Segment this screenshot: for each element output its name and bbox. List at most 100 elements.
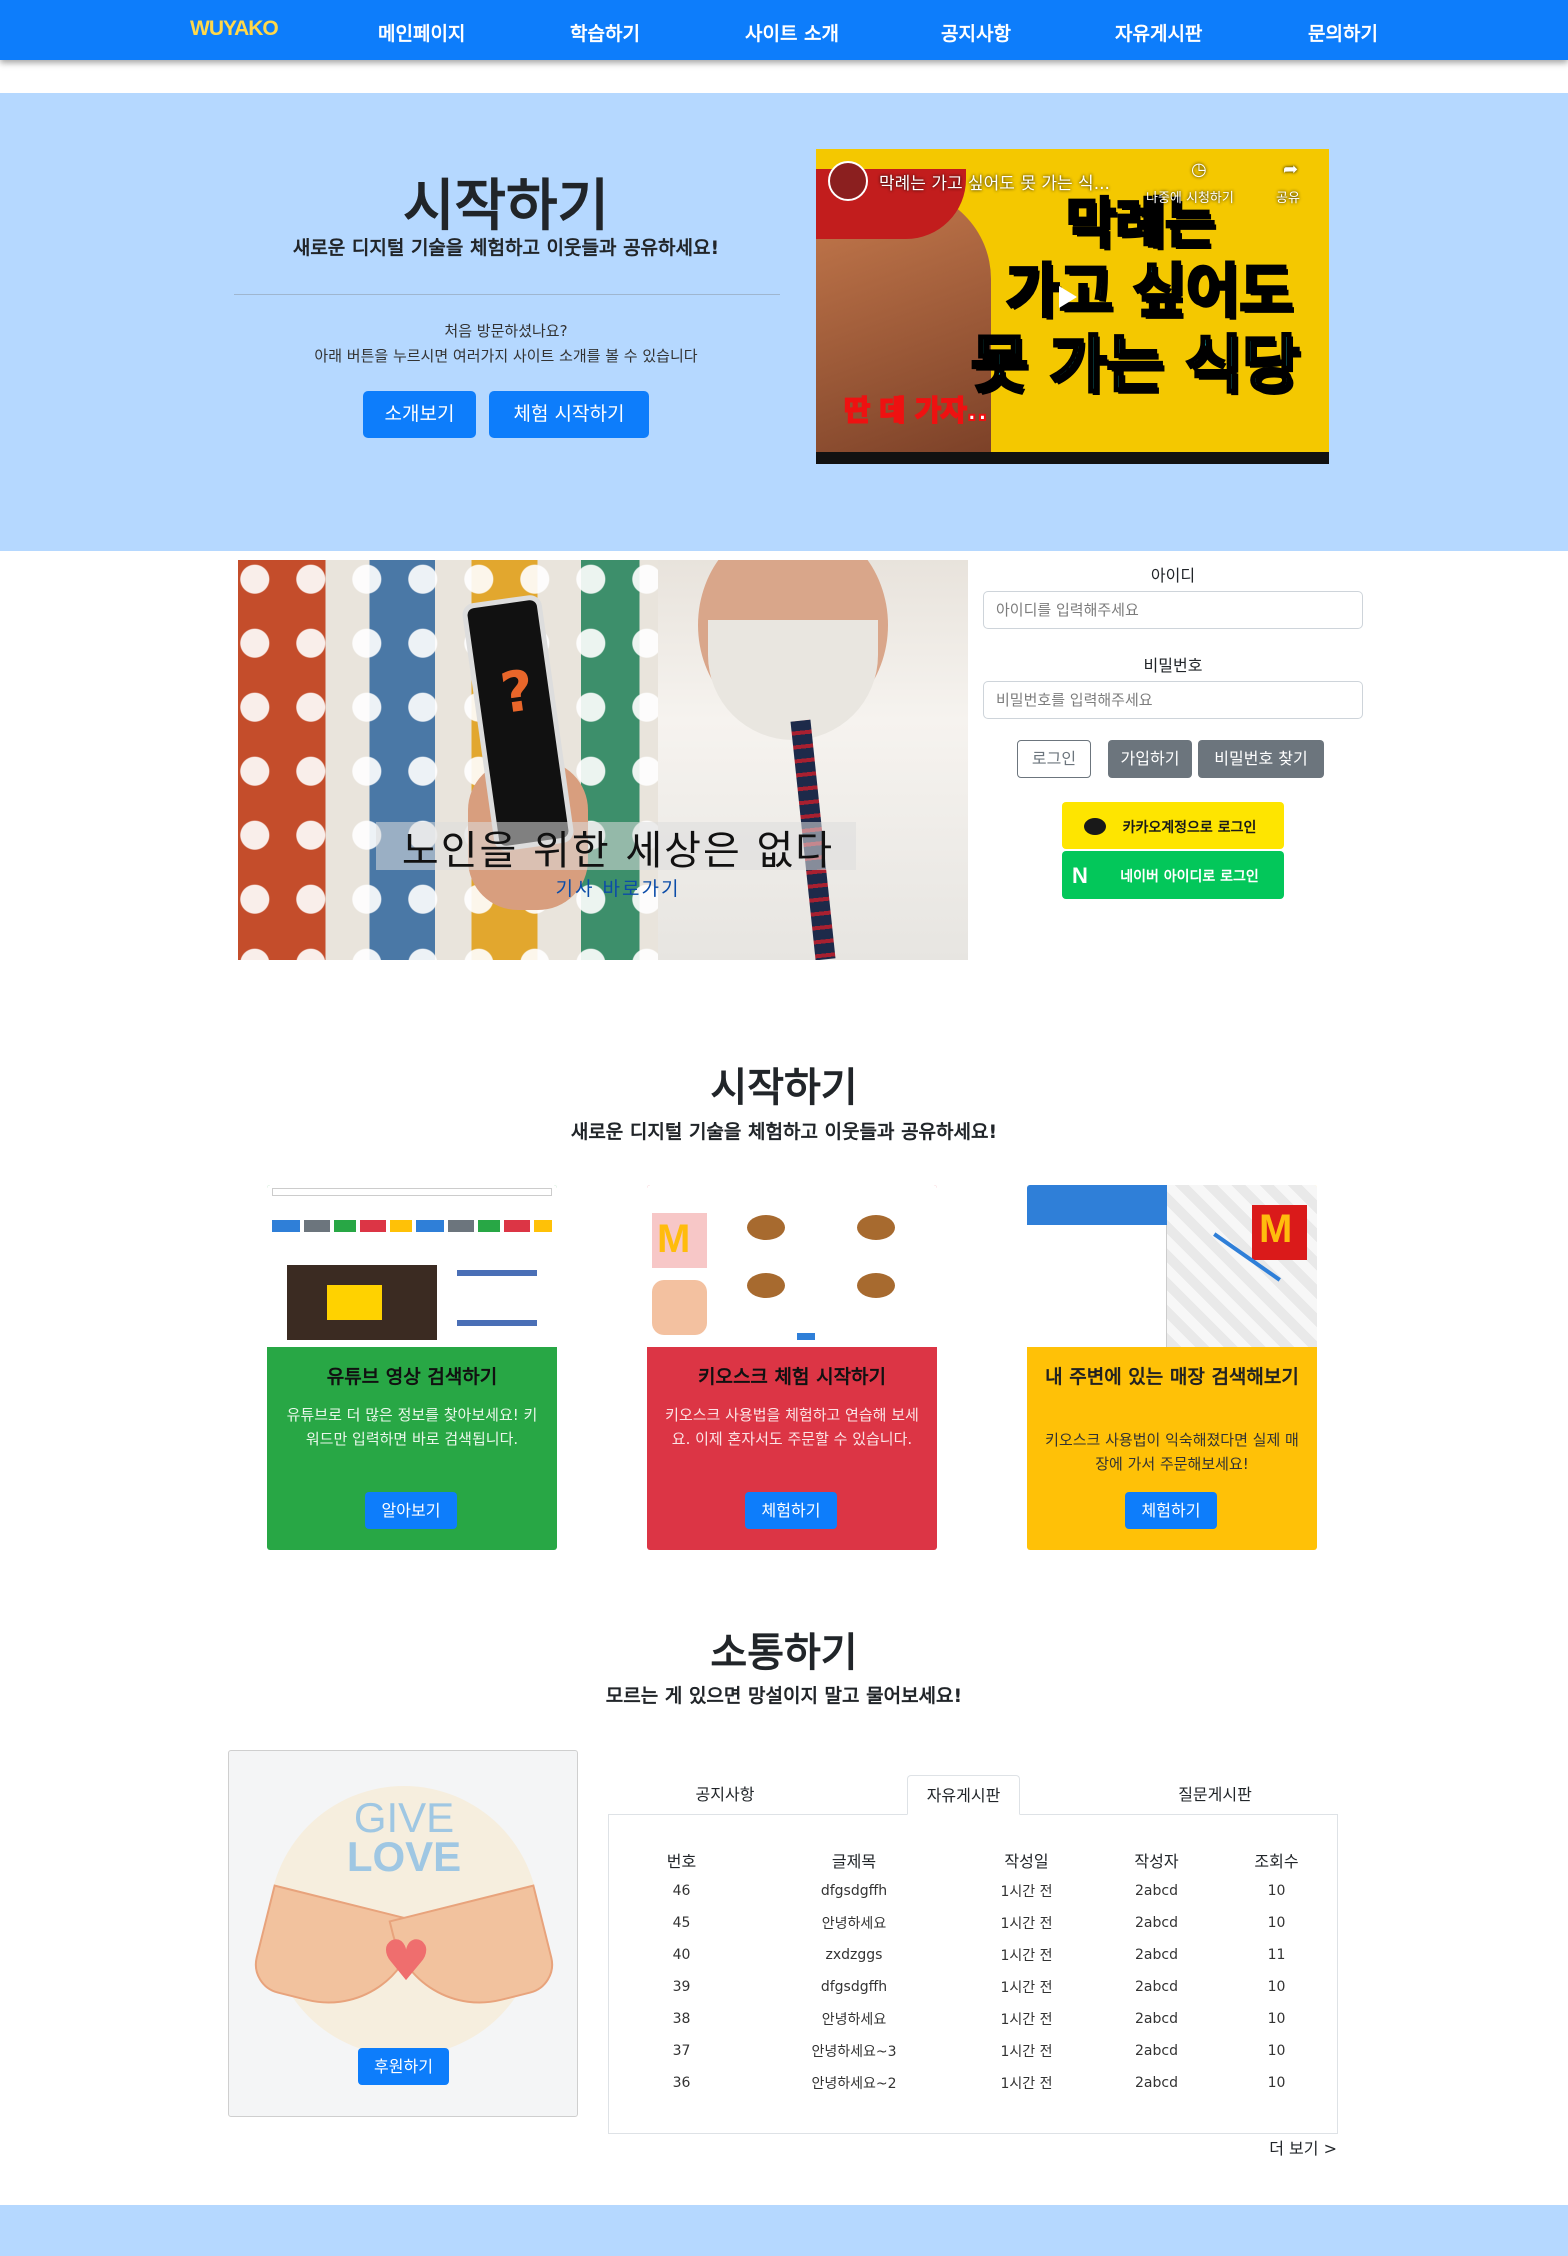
cell-number: 37 bbox=[672, 2043, 691, 2059]
hero-title: 시작하기 bbox=[402, 174, 610, 239]
article-banner[interactable]: ? 노인을 위한 세상은 없다 기사 바로가기 bbox=[238, 560, 968, 960]
channel-avatar[interactable] bbox=[828, 161, 868, 201]
cell-title[interactable]: dfgsdgffh bbox=[754, 1875, 954, 1907]
password-input[interactable] bbox=[983, 681, 1363, 719]
table-row[interactable]: 39 dfgsdgffh 1시간 전 2abcd 10 bbox=[609, 1971, 1339, 2003]
cell-title[interactable]: 안녕하세요~2 bbox=[754, 2067, 954, 2099]
kakao-map-screenshot: M bbox=[1027, 1185, 1317, 1347]
store-try-button[interactable]: 체험하기 bbox=[1125, 1492, 1217, 1529]
share-icon[interactable]: ➦ bbox=[1283, 159, 1298, 180]
cell-number: 45 bbox=[672, 1915, 691, 1931]
start-section-title: 시작하기 bbox=[710, 1065, 858, 1111]
cell-date: 1시간 전 bbox=[1000, 2044, 1053, 2060]
see-more-link[interactable]: 더 보기 > bbox=[1200, 2135, 1337, 2159]
table-row[interactable]: 40 zxdzggs 1시간 전 2abcd 11 bbox=[609, 1939, 1339, 1971]
cell-author: 2abcd bbox=[1135, 2075, 1178, 2091]
cell-date: 1시간 전 bbox=[1000, 2012, 1053, 2028]
cell-views: 10 bbox=[1267, 2043, 1286, 2059]
hero-description: 처음 방문하셨나요? 아래 버튼을 누르시면 여러가지 사이트 소개를 볼 수 … bbox=[230, 319, 782, 369]
cell-author: 2abcd bbox=[1135, 1947, 1178, 1963]
tab-question-board[interactable]: 질문게시판 bbox=[1130, 1775, 1300, 1815]
play-icon[interactable] bbox=[1059, 286, 1077, 308]
kiosk-experience-card: M 키오스크 체험 시작하기 키오스크 사용법을 체험하고 연습해 보세요. 이… bbox=[647, 1185, 937, 1550]
nav-item-notice[interactable]: 공지사항 bbox=[941, 19, 1011, 46]
donate-button[interactable]: 후원하기 bbox=[358, 2048, 449, 2085]
cell-date: 1시간 전 bbox=[1000, 1948, 1053, 1964]
signup-button[interactable]: 가입하기 bbox=[1108, 740, 1192, 778]
kakao-login-button[interactable]: 카카오계정으로 로그인 bbox=[1062, 802, 1284, 849]
nav-item-main[interactable]: 메인페이지 bbox=[378, 19, 465, 46]
table-row[interactable]: 38 안녕하세요 1시간 전 2abcd 10 bbox=[609, 2003, 1339, 2035]
cell-date: 1시간 전 bbox=[1000, 1916, 1053, 1932]
table-row[interactable]: 36 안녕하세요~2 1시간 전 2abcd 10 bbox=[609, 2067, 1339, 2099]
cell-title[interactable]: 안녕하세요~3 bbox=[754, 2035, 954, 2067]
naver-login-button[interactable]: N 네이버 아이디로 로그인 bbox=[1062, 851, 1284, 899]
video-title[interactable]: 막례는 가고 싶어도 못 가는 식... bbox=[879, 169, 1110, 194]
top-navbar: WUYAKO 메인페이지 학습하기 사이트 소개 공지사항 자유게시판 문의하기 bbox=[0, 0, 1568, 60]
cell-views: 10 bbox=[1267, 1915, 1286, 1931]
cell-title[interactable]: 안녕하세요 bbox=[754, 1907, 954, 1939]
start-experience-button[interactable]: 체험 시작하기 bbox=[489, 391, 649, 438]
video-headline-3: 못 가는 식당 bbox=[969, 327, 1300, 403]
card-description: 유튜브로 더 많은 정보를 찾아보세요! 키워드만 입력하면 바로 검색됩니다. bbox=[286, 1406, 538, 1448]
cell-number: 36 bbox=[672, 2075, 691, 2091]
cell-date: 1시간 전 bbox=[1000, 1980, 1053, 1996]
id-input[interactable] bbox=[983, 591, 1363, 629]
nav-item-about[interactable]: 사이트 소개 bbox=[745, 19, 839, 46]
cell-views: 10 bbox=[1267, 1979, 1286, 1995]
share-label[interactable]: 공유 bbox=[1276, 187, 1300, 206]
cell-author: 2abcd bbox=[1135, 2011, 1178, 2027]
youtube-search-card: 유튜브 영상 검색하기 유튜브로 더 많은 정보를 찾아보세요! 키워드만 입력… bbox=[267, 1185, 557, 1550]
nav-item-learn[interactable]: 학습하기 bbox=[570, 19, 640, 46]
talk-section-title: 소통하기 bbox=[710, 1630, 858, 1676]
cell-date: 1시간 전 bbox=[1000, 1884, 1053, 1900]
password-label: 비밀번호 bbox=[1143, 656, 1203, 675]
learn-more-button[interactable]: 알아보기 bbox=[365, 1492, 457, 1529]
table-row[interactable]: 37 안녕하세요~3 1시간 전 2abcd 10 bbox=[609, 2035, 1339, 2067]
hero-section: 시작하기 새로운 디지털 기술을 체험하고 이웃들과 공유하세요! 처음 방문하… bbox=[0, 93, 1568, 551]
cell-title[interactable]: 안녕하세요 bbox=[754, 2003, 954, 2035]
site-logo[interactable]: WUYAKO bbox=[190, 17, 279, 41]
cell-author: 2abcd bbox=[1135, 1883, 1178, 1899]
hero-subtitle: 새로운 디지털 기술을 체험하고 이웃들과 공유하세요! bbox=[292, 237, 720, 259]
talk-section-subtitle: 모르는 게 있으면 망설이지 말고 물어보세요! bbox=[605, 1685, 963, 1707]
kiosk-try-button[interactable]: 체험하기 bbox=[745, 1492, 837, 1529]
watch-later-label[interactable]: 나중에 시청하기 bbox=[1146, 187, 1234, 206]
store-search-card: M 내 주변에 있는 매장 검색해보기 키오스크 사용법이 익숙해졌다면 실제 … bbox=[1027, 1185, 1317, 1550]
card-title: 내 주변에 있는 매장 검색해보기 bbox=[1045, 1366, 1299, 1388]
cell-views: 10 bbox=[1267, 2075, 1286, 2091]
id-label: 아이디 bbox=[1150, 566, 1196, 585]
clock-icon[interactable]: ◷ bbox=[1191, 159, 1207, 180]
cell-views: 10 bbox=[1267, 1883, 1286, 1899]
card-title: 유튜브 영상 검색하기 bbox=[326, 1366, 498, 1388]
cell-author: 2abcd bbox=[1135, 1915, 1178, 1931]
column-header-title: 글제목 bbox=[831, 1852, 877, 1871]
intro-button[interactable]: 소개보기 bbox=[363, 391, 476, 438]
start-section-subtitle: 새로운 디지털 기술을 체험하고 이웃들과 공유하세요! bbox=[570, 1121, 998, 1143]
table-header-row: 번호 글제목 작성일 작성자 조회수 bbox=[609, 1845, 1339, 1875]
cell-number: 38 bbox=[672, 2011, 691, 2027]
banner-caption: 노인을 위한 세상은 없다 bbox=[401, 828, 835, 874]
tab-free-board[interactable]: 자유게시판 bbox=[907, 1775, 1020, 1815]
tab-notice[interactable]: 공지사항 bbox=[640, 1775, 810, 1815]
card-description: 키오스크 사용법이 익숙해졌다면 실제 매장에 가서 주문해보세요! bbox=[1045, 1431, 1299, 1473]
kakao-login-label: 카카오계정으로 로그인 bbox=[1122, 820, 1257, 836]
naver-login-label: 네이버 아이디로 로그인 bbox=[1120, 869, 1259, 885]
find-password-button[interactable]: 비밀번호 찾기 bbox=[1198, 740, 1324, 778]
login-button[interactable]: 로그인 bbox=[1017, 740, 1091, 778]
heart-icon: ♥ bbox=[381, 1929, 432, 1994]
table-row[interactable]: 45 안녕하세요 1시간 전 2abcd 10 bbox=[609, 1907, 1339, 1939]
card-title: 키오스크 체험 시작하기 bbox=[697, 1366, 887, 1388]
column-header-views: 조회수 bbox=[1254, 1852, 1299, 1871]
board-panel: 번호 글제목 작성일 작성자 조회수 46 dfgsdgffh 1시간 전 2a… bbox=[608, 1814, 1338, 2134]
table-row[interactable]: 46 dfgsdgffh 1시간 전 2abcd 10 bbox=[609, 1875, 1339, 1907]
nav-item-contact[interactable]: 문의하기 bbox=[1308, 19, 1378, 46]
youtube-search-screenshot bbox=[267, 1185, 557, 1347]
cell-author: 2abcd bbox=[1135, 1979, 1178, 1995]
cell-title[interactable]: dfgsdgffh bbox=[754, 1971, 954, 2003]
article-link[interactable]: 기사 바로가기 bbox=[368, 874, 868, 901]
nav-item-board[interactable]: 자유게시판 bbox=[1115, 19, 1202, 46]
youtube-video-embed[interactable]: 막례는 가고 싶어도 못 가는 식당 딴 데 가자.. 막례는 가고 싶어도 못… bbox=[816, 149, 1329, 464]
footer-bar bbox=[0, 2205, 1568, 2256]
cell-title[interactable]: zxdzggs bbox=[754, 1939, 954, 1971]
